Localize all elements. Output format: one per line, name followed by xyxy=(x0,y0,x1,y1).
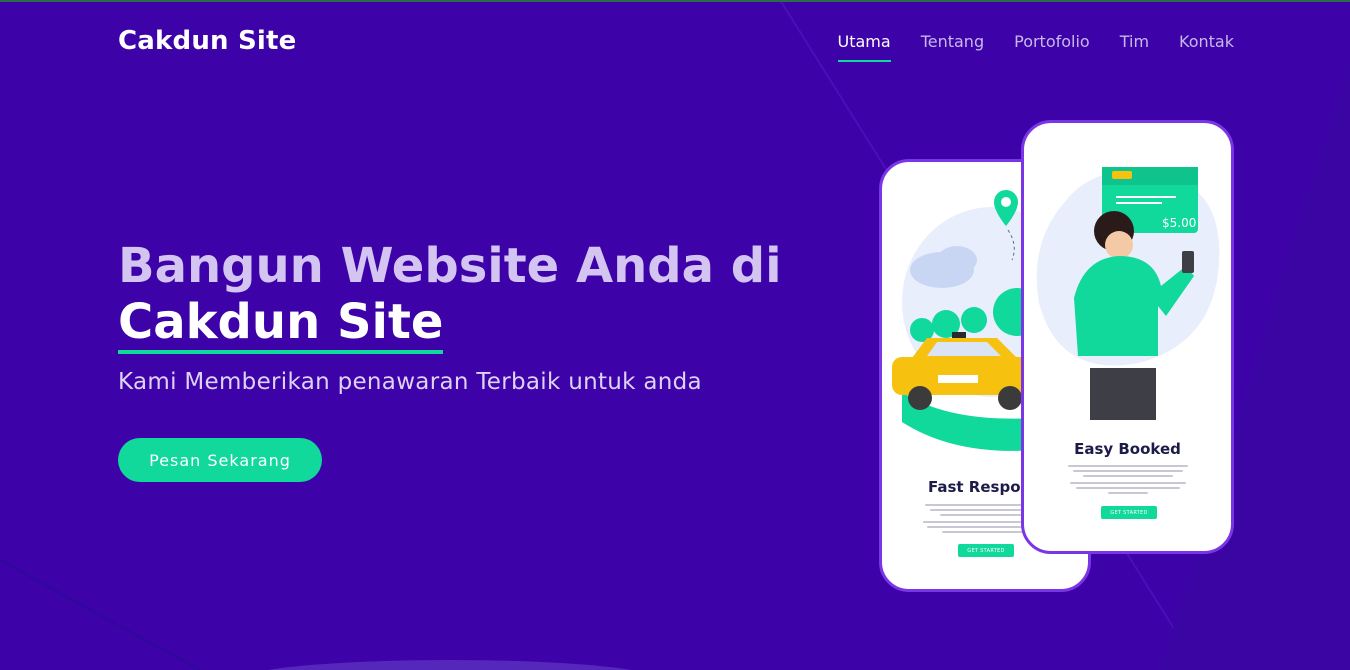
phone-front-get-started-button[interactable]: GET STARTED xyxy=(1101,506,1157,519)
price-tag: $5.00 xyxy=(1162,216,1197,230)
nav-item-tentang[interactable]: Tentang xyxy=(921,32,984,51)
hero-title: Bangun Website Anda di Cakdun Site xyxy=(118,238,782,354)
nav-menu: Utama Tentang Portofolio Tim Kontak xyxy=(808,32,1234,62)
phone-back-get-started-button[interactable]: GET STARTED xyxy=(958,544,1014,557)
order-now-button[interactable]: Pesan Sekarang xyxy=(118,438,322,482)
person-booking-illustration xyxy=(1036,167,1220,420)
nav-item-tim[interactable]: Tim xyxy=(1120,32,1149,51)
navbar: Cakdun Site Utama Tentang Portofolio Tim… xyxy=(118,26,1234,66)
nav-item-portofolio[interactable]: Portofolio xyxy=(1014,32,1090,51)
brand-logo[interactable]: Cakdun Site xyxy=(118,26,297,56)
nav-item-utama[interactable]: Utama xyxy=(837,32,891,62)
nav-item-kontak[interactable]: Kontak xyxy=(1179,32,1234,51)
hero-title-line1: Bangun Website Anda di xyxy=(118,238,782,294)
top-border xyxy=(0,0,1350,2)
phone-front-title: Easy Booked xyxy=(1074,440,1181,458)
bottom-wave-decoration xyxy=(240,660,660,670)
phone-mockup-easy-booked: $5.00 Easy Booked GET STARTED xyxy=(1021,120,1234,554)
hero-subtitle: Kami Memberikan penawaran Terbaik untuk … xyxy=(118,369,702,395)
hero-title-line2: Cakdun Site xyxy=(118,294,444,354)
phone-front-lorem xyxy=(1024,465,1231,497)
